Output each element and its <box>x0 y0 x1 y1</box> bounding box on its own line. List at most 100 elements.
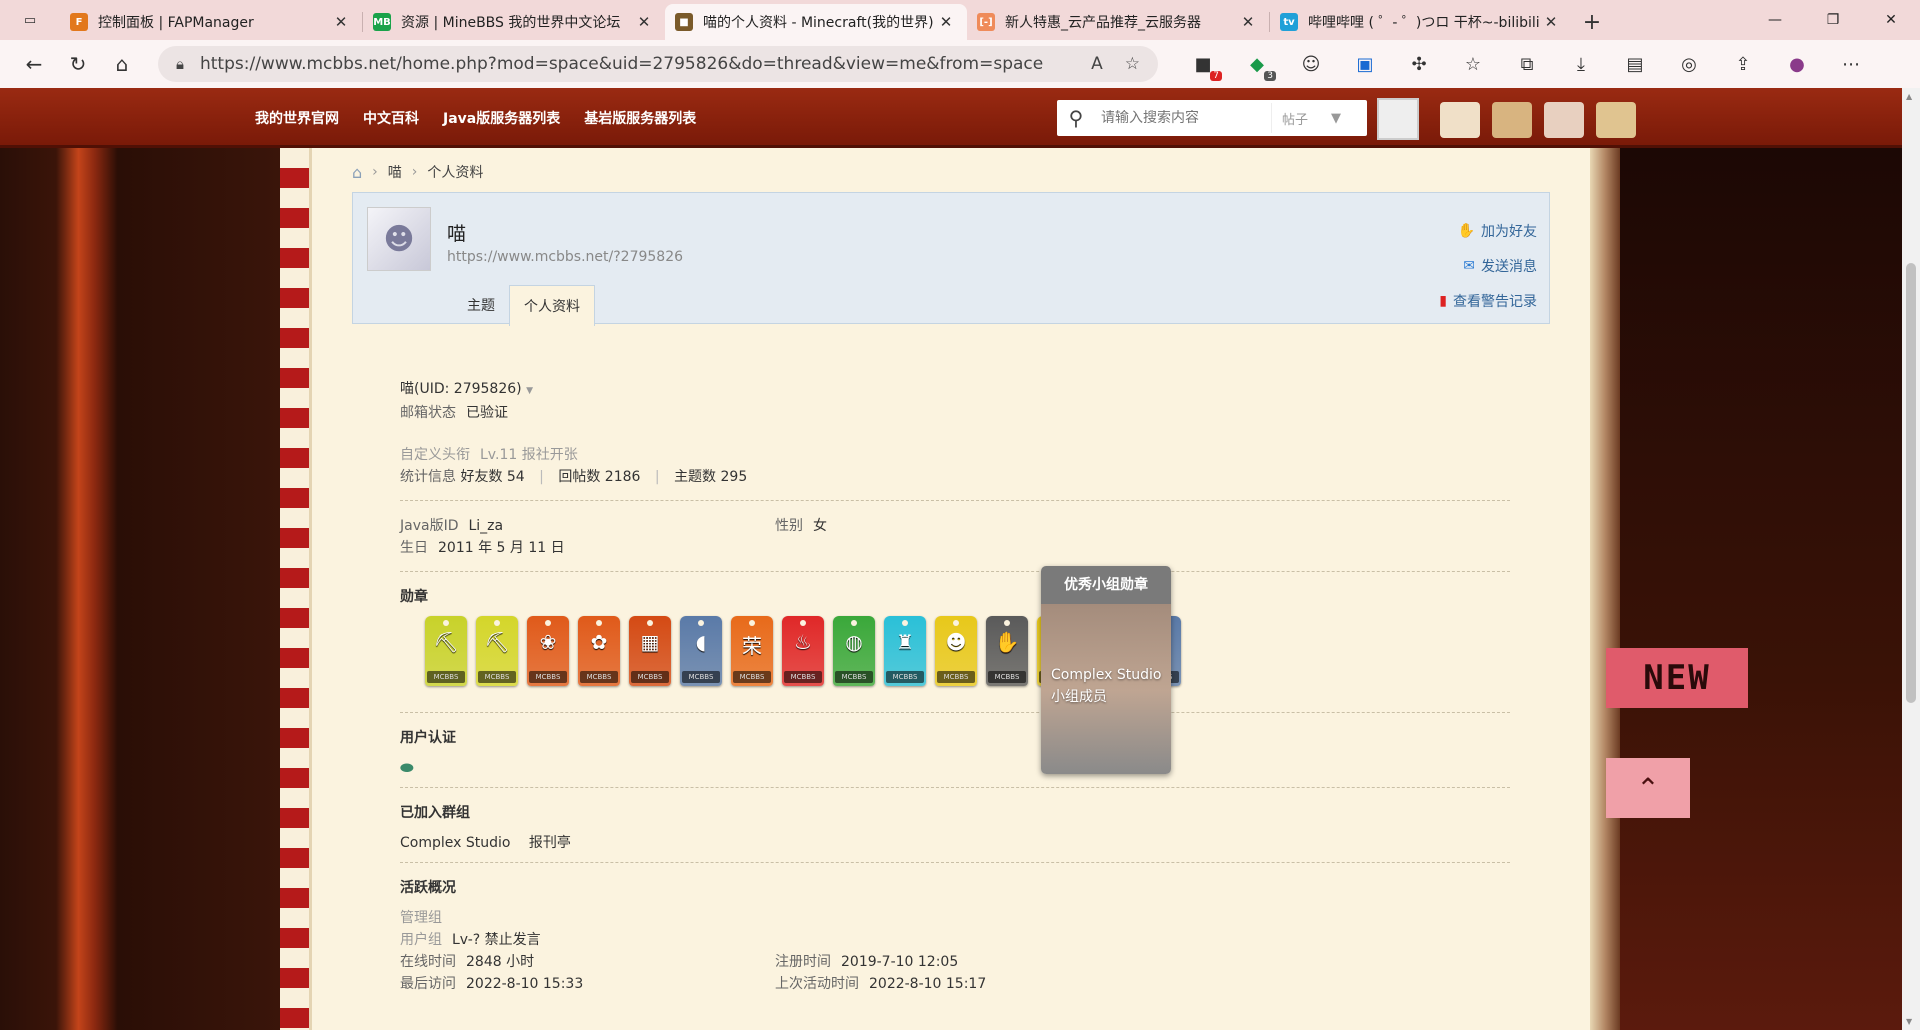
browser-tab[interactable]: F 控制面板 | FAPManager ✕ <box>60 4 362 40</box>
tab-favicon-icon: [-] <box>977 13 995 31</box>
favorites-icon[interactable]: ☆ <box>1456 47 1490 81</box>
medal-badge[interactable]: ⛏ MCBBS <box>425 616 467 686</box>
profile-avatar-icon[interactable]: ● <box>1780 47 1814 81</box>
medal-badge[interactable]: 荣 MCBBS <box>731 616 773 686</box>
threads-count[interactable]: 主题数 295 <box>674 469 747 485</box>
warning-card-icon: ▮ <box>1439 292 1447 309</box>
extension-icon[interactable]: ■ 7 <box>1186 47 1222 81</box>
profile-avatar[interactable]: ☻ <box>367 207 431 271</box>
nav-link[interactable]: Java版服务器列表 <box>443 108 560 128</box>
browser-tab[interactable]: MB 资源 | MineBBS 我的世界中文论坛 ✕ <box>363 4 665 40</box>
search-type-select[interactable]: 帖子 ▼ <box>1271 103 1351 133</box>
close-tab-icon[interactable]: ✕ <box>330 13 352 31</box>
breadcrumb-user[interactable]: 喵 <box>388 162 402 182</box>
browser-tab[interactable]: ■ 喵的个人资料 - Minecraft(我的世界) ✕ <box>665 4 967 40</box>
crafting-table-icon[interactable] <box>1492 102 1532 138</box>
read-aloud-icon[interactable]: A <box>1091 54 1103 74</box>
reading-icon[interactable]: ▤ <box>1618 47 1652 81</box>
medal-icon: ✿ <box>590 630 608 654</box>
search-input[interactable] <box>1101 110 1271 126</box>
shield-extension-icon[interactable]: ◆ 3 <box>1240 47 1276 81</box>
breadcrumb: ⌂ › 喵 › 个人资料 <box>352 162 484 182</box>
scrollbar-thumb[interactable] <box>1906 263 1916 703</box>
send-message-button[interactable]: ✉ 发送消息 <box>1439 248 1537 283</box>
new-tab-button[interactable]: + <box>1572 4 1612 40</box>
user-group: 用户组 Lv-? 禁止发言 <box>400 932 541 948</box>
medal-badge[interactable]: ◍ MCBBS <box>833 616 875 686</box>
medal-badge[interactable]: ♜ MCBBS <box>884 616 926 686</box>
nav-link[interactable]: 我的世界官网 <box>255 108 339 128</box>
admin-group: 管理组 <box>400 910 442 926</box>
uid-line[interactable]: 喵(UID: 2795826) ▼ <box>400 378 1510 402</box>
share-icon[interactable]: ⇪ <box>1726 47 1760 81</box>
performance-icon[interactable]: ◎ <box>1672 47 1706 81</box>
home-icon: ⌂ <box>115 52 129 76</box>
user-extension-icon[interactable]: ▣ <box>1348 47 1382 81</box>
verification-pill-icon[interactable]: ⬬ <box>400 757 1510 779</box>
medal-badge[interactable]: ▦ MCBBS <box>629 616 671 686</box>
friends-count[interactable]: 好友数 54 <box>460 469 524 485</box>
warning-record-button[interactable]: ▮ 查看警告记录 <box>1439 283 1537 318</box>
close-tab-icon[interactable]: ✕ <box>633 13 655 31</box>
close-tab-icon[interactable]: ✕ <box>1540 13 1562 31</box>
profile-url[interactable]: https://www.mcbbs.net/?2795826 <box>447 249 683 265</box>
nav-link[interactable]: 中文百科 <box>363 108 419 128</box>
favorite-star-icon[interactable]: ☆ <box>1125 54 1140 74</box>
medal-tag: MCBBS <box>988 671 1026 683</box>
more-menu-icon[interactable]: ⋯ <box>1834 47 1868 81</box>
add-friend-button[interactable]: ✋ 加为好友 <box>1439 213 1537 248</box>
pink-flag-icon[interactable]: ⌃ <box>1606 758 1690 818</box>
tab-actions-button[interactable]: ▭ <box>0 0 60 40</box>
message-icon[interactable] <box>1544 102 1584 138</box>
collections-icon[interactable]: ⧉ <box>1510 47 1544 81</box>
user-avatar[interactable] <box>1377 98 1419 140</box>
face-extension-icon[interactable]: ☺ <box>1294 47 1328 81</box>
medal-icon: ⛏ <box>433 630 459 654</box>
medal-badge[interactable]: ◖ MCBBS <box>680 616 722 686</box>
scroll-down-icon[interactable]: ▼ <box>1906 1017 1912 1026</box>
page-scrollbar[interactable]: ▲ ▼ <box>1902 88 1920 1030</box>
medal-icon: ❀ <box>539 630 557 654</box>
medal-badge[interactable]: ❀ MCBBS <box>527 616 569 686</box>
browser-tab[interactable]: [-] 新人特惠_云产品推荐_云服务器 ✕ <box>967 4 1269 40</box>
back-arrow-icon: ← <box>25 52 43 76</box>
address-bar[interactable]: 🔒︎ https://www.mcbbs.net/home.php?mod=sp… <box>158 46 1158 82</box>
medal-icon: ⛏ <box>484 630 510 654</box>
nav-link[interactable]: 基岩版服务器列表 <box>584 108 696 128</box>
online-reg-row: 在线时间 2848 小时 注册时间 2019-7-10 12:05 <box>400 954 959 970</box>
medal-badge[interactable]: ☻ MCBBS <box>935 616 977 686</box>
close-tab-icon[interactable]: ✕ <box>935 13 957 31</box>
home-button[interactable]: ⌂ <box>100 46 144 82</box>
profile-header: ☻ 喵 https://www.mcbbs.net/?2795826 主题 个人… <box>352 192 1550 326</box>
chevron-down-icon: ▼ <box>526 386 533 396</box>
close-window-button[interactable]: ✕ <box>1862 0 1920 40</box>
medal-badge[interactable]: ⛏ MCBBS <box>476 616 518 686</box>
tab-threads[interactable]: 主题 <box>453 285 509 325</box>
search-icon[interactable]: ⚲ <box>1057 106 1095 130</box>
group-link[interactable]: 报刊亭 <box>529 835 571 851</box>
email-status: 邮箱状态 已验证 <box>400 405 508 421</box>
back-button[interactable]: ← <box>12 46 56 82</box>
group-link[interactable]: Complex Studio <box>400 835 510 851</box>
refresh-button[interactable]: ↻ <box>56 46 100 82</box>
puzzle-icon[interactable]: ✣ <box>1402 47 1436 81</box>
medal-badge[interactable]: ✿ MCBBS <box>578 616 620 686</box>
tab-title: 喵的个人资料 - Minecraft(我的世界) <box>703 15 934 31</box>
cookie-icon[interactable] <box>1596 102 1636 138</box>
medal-badge[interactable]: ✋ MCBBS <box>986 616 1028 686</box>
profile-details: 喵(UID: 2795826) ▼ 邮箱状态 已验证 自定义头衔 Lv.11 报社开… <box>400 378 1510 995</box>
download-icon[interactable]: ⤓ <box>1564 47 1598 81</box>
new-flag[interactable]: NEW <box>1606 648 1748 708</box>
maximize-button[interactable]: ❐ <box>1804 0 1862 40</box>
notification-icon[interactable] <box>1440 102 1480 138</box>
replies-count[interactable]: 回帖数 2186 <box>558 469 640 485</box>
browser-tab[interactable]: tv 哔哩哔哩 ( ゜- ゜)つロ 干杯~-bilibili ✕ <box>1270 4 1572 40</box>
tab-profile[interactable]: 个人资料 <box>509 285 595 326</box>
close-tab-icon[interactable]: ✕ <box>1237 13 1259 31</box>
browser-tab-strip: ▭ F 控制面板 | FAPManager ✕ MB 资源 | MineBBS 我的世界… <box>0 0 1920 40</box>
profile-name: 喵 <box>447 223 467 245</box>
medal-badge[interactable]: ♨ MCBBS <box>782 616 824 686</box>
scroll-up-icon[interactable]: ▲ <box>1906 92 1912 101</box>
home-icon[interactable]: ⌂ <box>352 163 362 182</box>
minimize-button[interactable]: — <box>1746 0 1804 40</box>
